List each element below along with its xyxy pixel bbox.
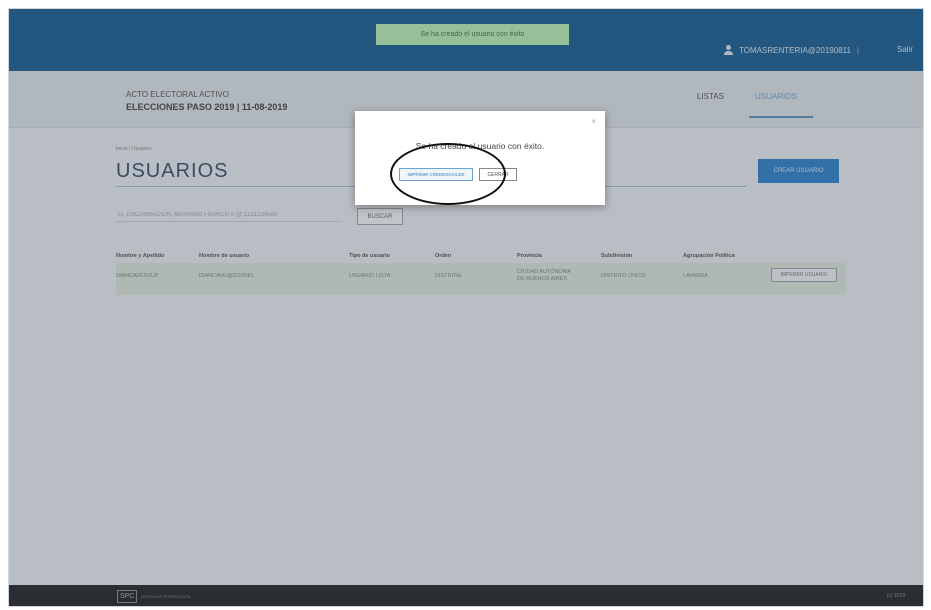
app-frame: Se ha creado el usuario con éxito TOMASR… — [8, 8, 924, 607]
close-icon[interactable]: × — [591, 117, 596, 126]
highlight-circle-annotation — [390, 143, 506, 205]
modal-backdrop[interactable] — [9, 9, 923, 606]
